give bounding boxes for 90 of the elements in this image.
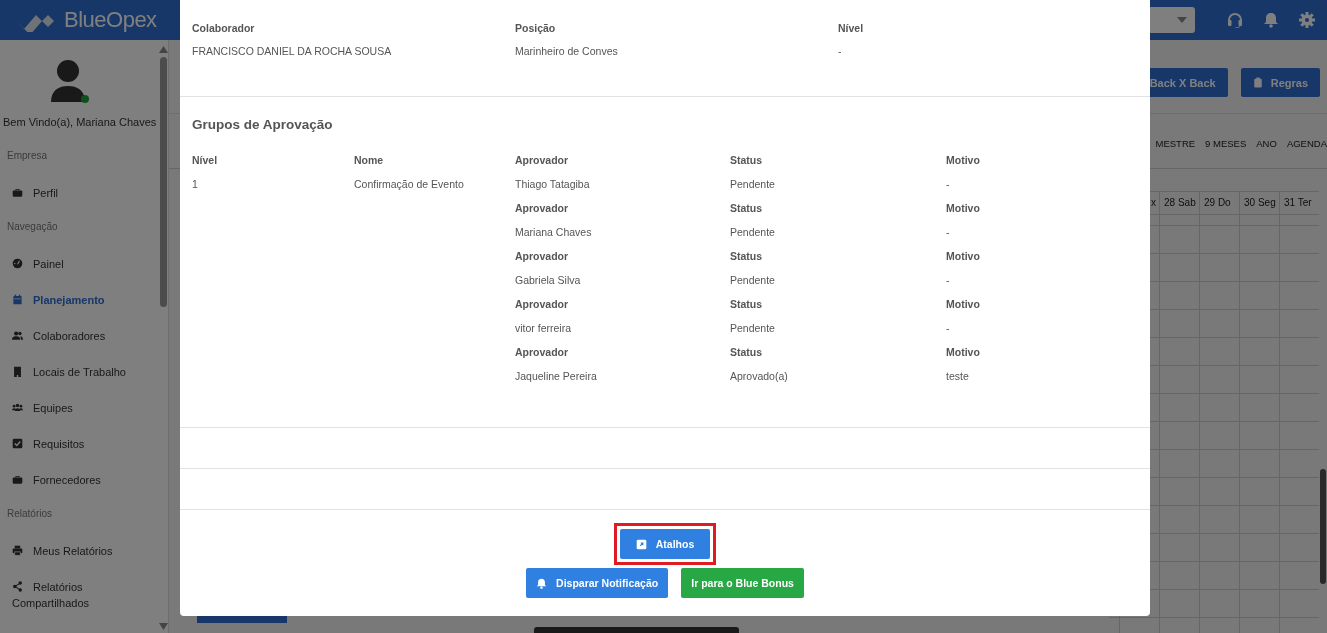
bell-icon: [536, 577, 548, 589]
section-label: Empresa: [7, 150, 48, 162]
table-cell-text: Pendente: [730, 322, 776, 335]
table-cell-text: -: [946, 274, 951, 287]
view-tab[interactable]: 9 MESES: [1205, 138, 1247, 158]
day-header: 29 Do: [1199, 192, 1239, 214]
sidebar-item[interactable]: Planejamento: [0, 292, 158, 308]
sidebar-item[interactable]: Meus Relatórios: [0, 543, 158, 559]
printer-icon: [12, 545, 23, 556]
briefcase-icon: [12, 474, 23, 485]
field-value: -: [838, 45, 843, 58]
clipboard-icon: [1252, 77, 1263, 88]
table-cell-text: teste: [946, 370, 970, 383]
table-cell-text: Pendente: [730, 178, 776, 191]
column-header: Motivo: [946, 250, 981, 263]
column-header: Aprovador: [515, 154, 570, 167]
scroll-up-icon[interactable]: [158, 46, 168, 53]
section-title: Grupos de Aprovação: [192, 117, 334, 132]
sidebar-item[interactable]: Perfil: [0, 185, 158, 201]
column-header: Status: [730, 298, 764, 311]
column-header: Status: [730, 154, 764, 167]
section-label: Relatórios: [7, 508, 54, 520]
column-header: Aprovador: [515, 298, 570, 311]
column-header: Nome: [354, 154, 385, 167]
briefcase-icon: [12, 187, 23, 198]
column-header: Motivo: [946, 346, 981, 359]
column-header: Status: [730, 346, 764, 359]
column-header: Nível: [192, 154, 219, 167]
toolbar-button[interactable]: Regras: [1240, 68, 1320, 97]
sidebar-item[interactable]: Equipes: [0, 400, 158, 416]
day-header: 28 Sab: [1159, 192, 1199, 214]
view-tab[interactable]: MESTRE: [1155, 138, 1196, 158]
action-button[interactable]: Disparar Notificação: [526, 568, 669, 598]
field-label: Posição: [515, 22, 557, 35]
table-cell-text: Jaqueline Pereira: [515, 370, 598, 383]
column-header: Status: [730, 250, 764, 263]
table-cell-text: -: [946, 226, 951, 239]
team-icon: [12, 402, 23, 413]
field-value: FRANCISCO DANIEL DA ROCHA SOUSA: [192, 45, 393, 58]
headset-icon: [1227, 12, 1243, 28]
column-header: Aprovador: [515, 202, 570, 215]
bell-icon: [1263, 12, 1279, 28]
sidebar-item[interactable]: Fornecedores: [0, 472, 158, 488]
building-icon: [12, 366, 23, 377]
scrollbar-thumb[interactable]: [159, 57, 167, 307]
settings-icon: [1299, 12, 1315, 28]
table-cell-text: Pendente: [730, 274, 776, 287]
welcome-text: Bem Vindo(a), Mariana Chaves: [3, 116, 158, 128]
sidebar-item[interactable]: Locais de Trabalho: [0, 364, 158, 380]
column-header: Aprovador: [515, 250, 570, 263]
section-label: Navegação: [7, 221, 59, 233]
table-cell-text: Aprovado(a): [730, 370, 789, 383]
share-icon: [12, 581, 23, 592]
column-header: Motivo: [946, 298, 981, 311]
sidebar-item[interactable]: Painel: [0, 256, 158, 272]
calendar-icon: [12, 294, 23, 305]
users-icon: [12, 330, 23, 341]
view-tab[interactable]: ANO: [1256, 138, 1277, 158]
field-label: Colaborador: [192, 22, 256, 35]
sidebar-item[interactable]: Relatórios Compartilhados: [0, 579, 158, 611]
column-header: Motivo: [946, 154, 981, 167]
action-button[interactable]: Atalhos: [619, 529, 711, 559]
column-header: Motivo: [946, 202, 981, 215]
scrollbar-thumb[interactable]: [1320, 469, 1326, 584]
column-header: Aprovador: [515, 346, 570, 359]
scrollbar-thumb[interactable]: [534, 627, 739, 633]
table-cell-text: Pendente: [730, 226, 776, 239]
table-cell-text: vitor ferreira: [515, 322, 572, 335]
logo-text: BlueOpex: [64, 7, 157, 33]
action-button[interactable]: Ir para o Blue Bonus: [681, 568, 804, 598]
view-tab[interactable]: AGENDA: [1286, 138, 1327, 158]
checkbox-icon: [12, 438, 23, 449]
gauge-icon: [12, 258, 23, 269]
sidebar-item[interactable]: Colaboradores: [0, 328, 158, 344]
sidebar-item[interactable]: Requisitos: [0, 436, 158, 452]
scroll-down-icon[interactable]: [158, 623, 168, 630]
table-cell-text: Thiago Tatagiba: [515, 178, 591, 191]
field-label: Nível: [838, 22, 865, 35]
table-cell-text: Gabriela Silva: [515, 274, 582, 287]
table-cell-text: -: [946, 322, 951, 335]
day-header: 31 Ter: [1279, 192, 1319, 214]
table-cell-text: 1: [192, 178, 199, 191]
shortcut-icon: [635, 538, 647, 550]
day-header: 30 Seg: [1239, 192, 1279, 214]
table-cell-text: -: [946, 178, 951, 191]
field-value: Marinheiro de Conves: [515, 45, 619, 58]
table-cell-text: Mariana Chaves: [515, 226, 593, 239]
caret-icon: [1177, 17, 1187, 23]
column-header: Status: [730, 202, 764, 215]
table-cell-text: Confirmação de Evento: [354, 178, 465, 191]
